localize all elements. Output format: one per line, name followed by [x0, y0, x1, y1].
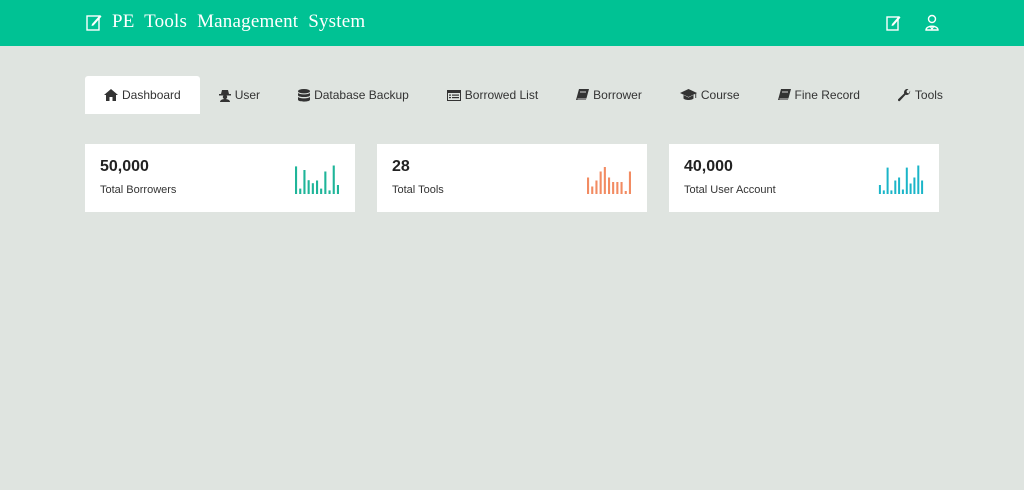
book-icon: [777, 89, 791, 101]
stats-cards: 50,000 Total Borrowers 28 Total Tools 40,000…: [85, 144, 939, 212]
sparkline-bar: [886, 167, 889, 194]
sparkline-bar: [878, 185, 881, 194]
sparkline-bar: [307, 180, 310, 194]
sparkline-bar: [909, 183, 912, 194]
list-icon: [446, 89, 461, 101]
wrench-icon: [897, 88, 911, 102]
top-navbar: PE Tools Management System: [0, 0, 1024, 46]
tab-label: User: [234, 88, 261, 102]
sparkline-bar: [316, 180, 319, 194]
sparkline-bar: [612, 182, 615, 194]
sparkline-bar: [328, 190, 331, 194]
tab-borrower[interactable]: Borrower: [557, 76, 661, 114]
tab-label: Fine Record: [794, 88, 860, 102]
tab-fine-record[interactable]: Fine Record: [759, 76, 879, 114]
tab-borrowed-list[interactable]: Borrowed List: [428, 76, 557, 114]
sparkline-bar: [311, 183, 314, 194]
book-icon: [576, 89, 590, 101]
sparkline-bar: [320, 188, 323, 194]
tab-label: Database Backup: [314, 88, 409, 102]
tab-label: Dashboard: [122, 88, 181, 102]
tab-label: Course: [700, 88, 740, 102]
sparkline-bar: [591, 186, 594, 194]
sparkline-bar: [890, 190, 893, 194]
app-brand[interactable]: PE Tools Management System: [86, 10, 365, 34]
stat-card: 28 Total Tools: [377, 144, 647, 212]
sparkline-bar: [913, 177, 916, 194]
tab-tools[interactable]: Tools: [879, 76, 962, 114]
stat-card: 50,000 Total Borrowers: [85, 144, 355, 212]
sparkline-bar: [332, 165, 335, 194]
sparkline-bar: [608, 177, 611, 194]
tab-database-backup[interactable]: Database Backup: [279, 76, 428, 114]
sparkline-bar: [624, 191, 627, 194]
tab-dashboard[interactable]: Dashboard: [85, 76, 200, 114]
user-icon[interactable]: [924, 14, 940, 32]
sparkline-bar: [587, 177, 590, 194]
sparkline-bar: [905, 167, 908, 194]
main-nav-tabs: Dashboard User Database Backup Borrowed Lis…: [85, 76, 962, 114]
user-secret-icon: [218, 89, 231, 102]
sparkline-bar: [603, 167, 606, 194]
sparkline-bar: [898, 177, 901, 194]
edit-icon: [86, 15, 102, 31]
sparkline-bar: [901, 189, 904, 194]
sparkline-bar: [303, 170, 306, 194]
database-icon: [298, 88, 311, 102]
sparkline-bar: [616, 182, 619, 194]
sparkline-bar: [620, 182, 623, 194]
home-icon: [104, 89, 118, 101]
sparkline-bar: [299, 188, 302, 194]
sparkline-bar: [917, 165, 920, 194]
sparkline-bar: [882, 190, 885, 194]
sparkline-bar: [599, 171, 602, 194]
stat-card: 40,000 Total User Account: [669, 144, 939, 212]
tab-user[interactable]: User: [200, 76, 279, 114]
sparkline-bar: [628, 171, 631, 194]
sparkline-bar: [295, 166, 298, 194]
tab-course[interactable]: Course: [661, 76, 759, 114]
sparkline-bar: [324, 171, 327, 194]
tab-label: Borrowed List: [464, 88, 539, 102]
sparkline-chart: [587, 167, 631, 194]
sparkline-bar: [595, 180, 598, 194]
edit-icon[interactable]: [886, 14, 902, 32]
sparkline-chart: [878, 165, 924, 194]
sparkline-bar: [921, 180, 924, 194]
graduation-cap-icon: [679, 89, 697, 101]
tab-label: Borrower: [593, 88, 642, 102]
sparkline-bar: [894, 180, 897, 194]
sparkline-chart: [295, 165, 339, 194]
tab-label: Tools: [914, 88, 943, 102]
app-title: PE Tools Management System: [112, 11, 366, 32]
sparkline-bar: [336, 185, 339, 194]
